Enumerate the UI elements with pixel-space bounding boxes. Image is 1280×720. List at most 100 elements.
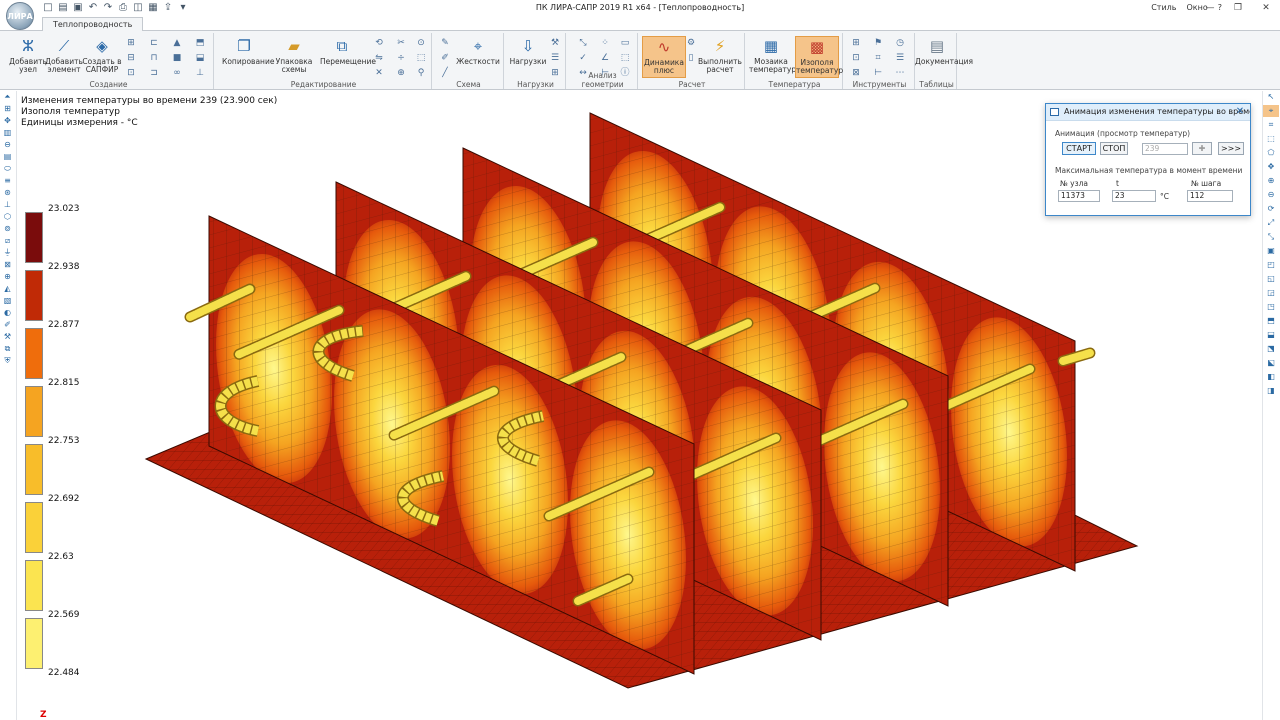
rotate-icon[interactable]: ⟲ bbox=[372, 37, 386, 49]
delete-icon[interactable]: ✕ bbox=[372, 67, 386, 79]
view-f-icon[interactable]: ◨ bbox=[1263, 385, 1279, 397]
tool-clock-icon[interactable]: ◷ bbox=[893, 37, 907, 49]
zoom-out-icon[interactable]: ⊖ bbox=[1263, 189, 1279, 201]
view-top-icon[interactable]: ◰ bbox=[1263, 259, 1279, 271]
pan-icon[interactable]: ✥ bbox=[1263, 161, 1279, 173]
view-iso-icon[interactable]: ◲ bbox=[1263, 287, 1279, 299]
view-a-icon[interactable]: ⬒ bbox=[1263, 315, 1279, 327]
pointer-icon[interactable]: ↖ bbox=[1263, 91, 1279, 103]
view-d-icon[interactable]: ⬕ bbox=[1263, 357, 1279, 369]
shell-icon[interactable]: ▲ bbox=[170, 37, 184, 49]
create-sapfir-button[interactable]: ◈ Создать в САПФИР bbox=[80, 36, 124, 78]
area-icon[interactable]: ▭ bbox=[618, 37, 632, 49]
view-front-icon[interactable]: ▣ bbox=[1263, 245, 1279, 257]
hatch-icon[interactable]: ▥ bbox=[0, 127, 15, 139]
axis-icon[interactable]: ⤡ bbox=[576, 37, 590, 49]
tool-flag-icon[interactable]: ⚑ bbox=[871, 37, 885, 49]
slash-icon[interactable]: ⧄ bbox=[0, 235, 15, 247]
tool-frame-icon[interactable]: ⊡ bbox=[849, 52, 863, 64]
stop-button[interactable]: СТОП bbox=[1100, 142, 1128, 155]
select-window-icon[interactable]: ⬚ bbox=[1263, 133, 1279, 145]
zoom-icon[interactable]: ⊙ bbox=[414, 37, 428, 49]
ellipse-icon[interactable]: ⬭ bbox=[0, 163, 15, 175]
dialog-close-icon[interactable]: ✕ bbox=[1234, 104, 1246, 120]
view-side-icon[interactable]: ◱ bbox=[1263, 273, 1279, 285]
load-case-icon[interactable]: ⚒ bbox=[548, 37, 562, 49]
select-poly-icon[interactable]: ⬠ bbox=[1263, 147, 1279, 159]
column-icon[interactable]: ⊓ bbox=[147, 52, 161, 64]
nodes-icon[interactable]: ⁘ bbox=[598, 37, 612, 49]
cut-icon[interactable]: ✂ bbox=[394, 37, 408, 49]
table-icon[interactable]: ⊟ bbox=[124, 52, 138, 64]
pen-icon[interactable]: ✎ bbox=[438, 37, 452, 49]
temperature-mosaic-button[interactable]: ▦ Мозаика температур bbox=[749, 36, 796, 78]
layer-icon[interactable]: ⧉ bbox=[0, 343, 15, 355]
node-num-icon[interactable]: ⊕ bbox=[0, 271, 15, 283]
run-calculation-button[interactable]: ⚡ Выполнить расчет bbox=[698, 36, 742, 78]
view-e-icon[interactable]: ◧ bbox=[1263, 371, 1279, 383]
circle-minus-icon[interactable]: ⊖ bbox=[0, 139, 15, 151]
load-table-icon[interactable]: ⊞ bbox=[548, 67, 562, 79]
settings-icon[interactable]: ⚙ bbox=[684, 37, 698, 49]
move-button[interactable]: ⧉ Перемещение bbox=[320, 36, 376, 78]
fit-icon[interactable]: ⤢ bbox=[1263, 217, 1279, 229]
pack-schema-button[interactable]: ▰ Упаковка схемы bbox=[272, 36, 316, 78]
frame-select-icon[interactable]: ⊠ bbox=[0, 259, 15, 271]
tab-heat-conduction[interactable]: Теплопроводность bbox=[42, 17, 144, 31]
tool-list-icon[interactable]: ☰ bbox=[893, 52, 907, 64]
node-number-field[interactable]: 11373 bbox=[1058, 190, 1100, 202]
brush-icon[interactable]: ✐ bbox=[438, 52, 452, 64]
doc-icon[interactable]: ▯ bbox=[684, 52, 698, 64]
divide-icon[interactable]: ÷ bbox=[394, 52, 408, 64]
brush-2-icon[interactable]: ✐ bbox=[0, 319, 15, 331]
view-3d-icon[interactable]: ◳ bbox=[1263, 301, 1279, 313]
hinge-icon[interactable]: ⊛ bbox=[0, 187, 15, 199]
funnel-icon[interactable]: ⏚ bbox=[0, 247, 15, 259]
dialog-title-bar[interactable]: Анимация изменения температуры во времен… bbox=[1046, 104, 1250, 121]
hatch-2-icon[interactable]: ▧ bbox=[0, 295, 15, 307]
load-list-icon[interactable]: ☰ bbox=[548, 52, 562, 64]
lines-icon[interactable]: ≡ bbox=[0, 175, 15, 187]
copy-button[interactable]: ❐ Копирование bbox=[222, 36, 274, 78]
zoom-in-icon[interactable]: ⊕ bbox=[1263, 175, 1279, 187]
wrench-icon[interactable]: ⚒ bbox=[0, 331, 15, 343]
frame-icon[interactable]: ⊡ bbox=[124, 67, 138, 79]
cube-icon[interactable]: ⬡ bbox=[0, 211, 15, 223]
tool-ruler-icon[interactable]: ⊢ bbox=[871, 67, 885, 79]
angle-icon[interactable]: ∠ bbox=[598, 52, 612, 64]
slab-icon[interactable]: ⬒ bbox=[193, 37, 207, 49]
stiffness-button[interactable]: ⌖ Жесткости bbox=[456, 36, 500, 78]
check-icon[interactable]: ✓ bbox=[576, 52, 590, 64]
grid-view-icon[interactable]: ⊞ bbox=[0, 103, 15, 115]
maximize-button[interactable]: ❐ bbox=[1224, 0, 1252, 16]
view-c-icon[interactable]: ⬔ bbox=[1263, 343, 1279, 355]
select-icon[interactable]: ⬚ bbox=[414, 52, 428, 64]
bars-icon[interactable]: ▤ bbox=[0, 151, 15, 163]
move-node-icon[interactable]: ✥ bbox=[0, 115, 15, 127]
bracket-icon[interactable]: ⊏ bbox=[147, 37, 161, 49]
rotate-view-icon[interactable]: ⟳ bbox=[1263, 203, 1279, 215]
palette-icon[interactable]: ◐ bbox=[0, 307, 15, 319]
support-icon[interactable]: ⊥ bbox=[193, 67, 207, 79]
next-button[interactable]: >>> bbox=[1218, 142, 1244, 155]
dynamics-plus-button[interactable]: ∿ Динамика плюс bbox=[642, 36, 686, 78]
tool-calc-icon[interactable]: ⊠ bbox=[849, 67, 863, 79]
grid-icon[interactable]: ⊞ bbox=[124, 37, 138, 49]
tool-pin-icon[interactable]: ⌗ bbox=[871, 52, 885, 64]
shield-icon[interactable]: ⛨ bbox=[0, 355, 15, 367]
tool-more-icon[interactable]: ⋯ bbox=[893, 67, 907, 79]
minimize-button[interactable]: — bbox=[1196, 0, 1224, 16]
style-menu[interactable]: Стиль bbox=[1151, 3, 1176, 12]
support-icon-2[interactable]: ⊥ bbox=[0, 199, 15, 211]
beam-icon[interactable]: ⊐ bbox=[147, 67, 161, 79]
step-field[interactable]: 239 bbox=[1142, 143, 1188, 155]
elem-num-icon[interactable]: ◭ bbox=[0, 283, 15, 295]
step-number-field[interactable]: 112 bbox=[1187, 190, 1233, 202]
merge-icon[interactable]: ⊕ bbox=[394, 67, 408, 79]
view-b-icon[interactable]: ⬓ bbox=[1263, 329, 1279, 341]
loads-button[interactable]: ⇩ Нагрузки bbox=[506, 36, 550, 78]
link-icon[interactable]: ∞ bbox=[170, 67, 184, 79]
documentation-button[interactable]: ▤ Документация bbox=[915, 36, 973, 78]
wall-icon[interactable]: ⬓ bbox=[193, 52, 207, 64]
start-button[interactable]: СТАРТ bbox=[1062, 142, 1096, 155]
